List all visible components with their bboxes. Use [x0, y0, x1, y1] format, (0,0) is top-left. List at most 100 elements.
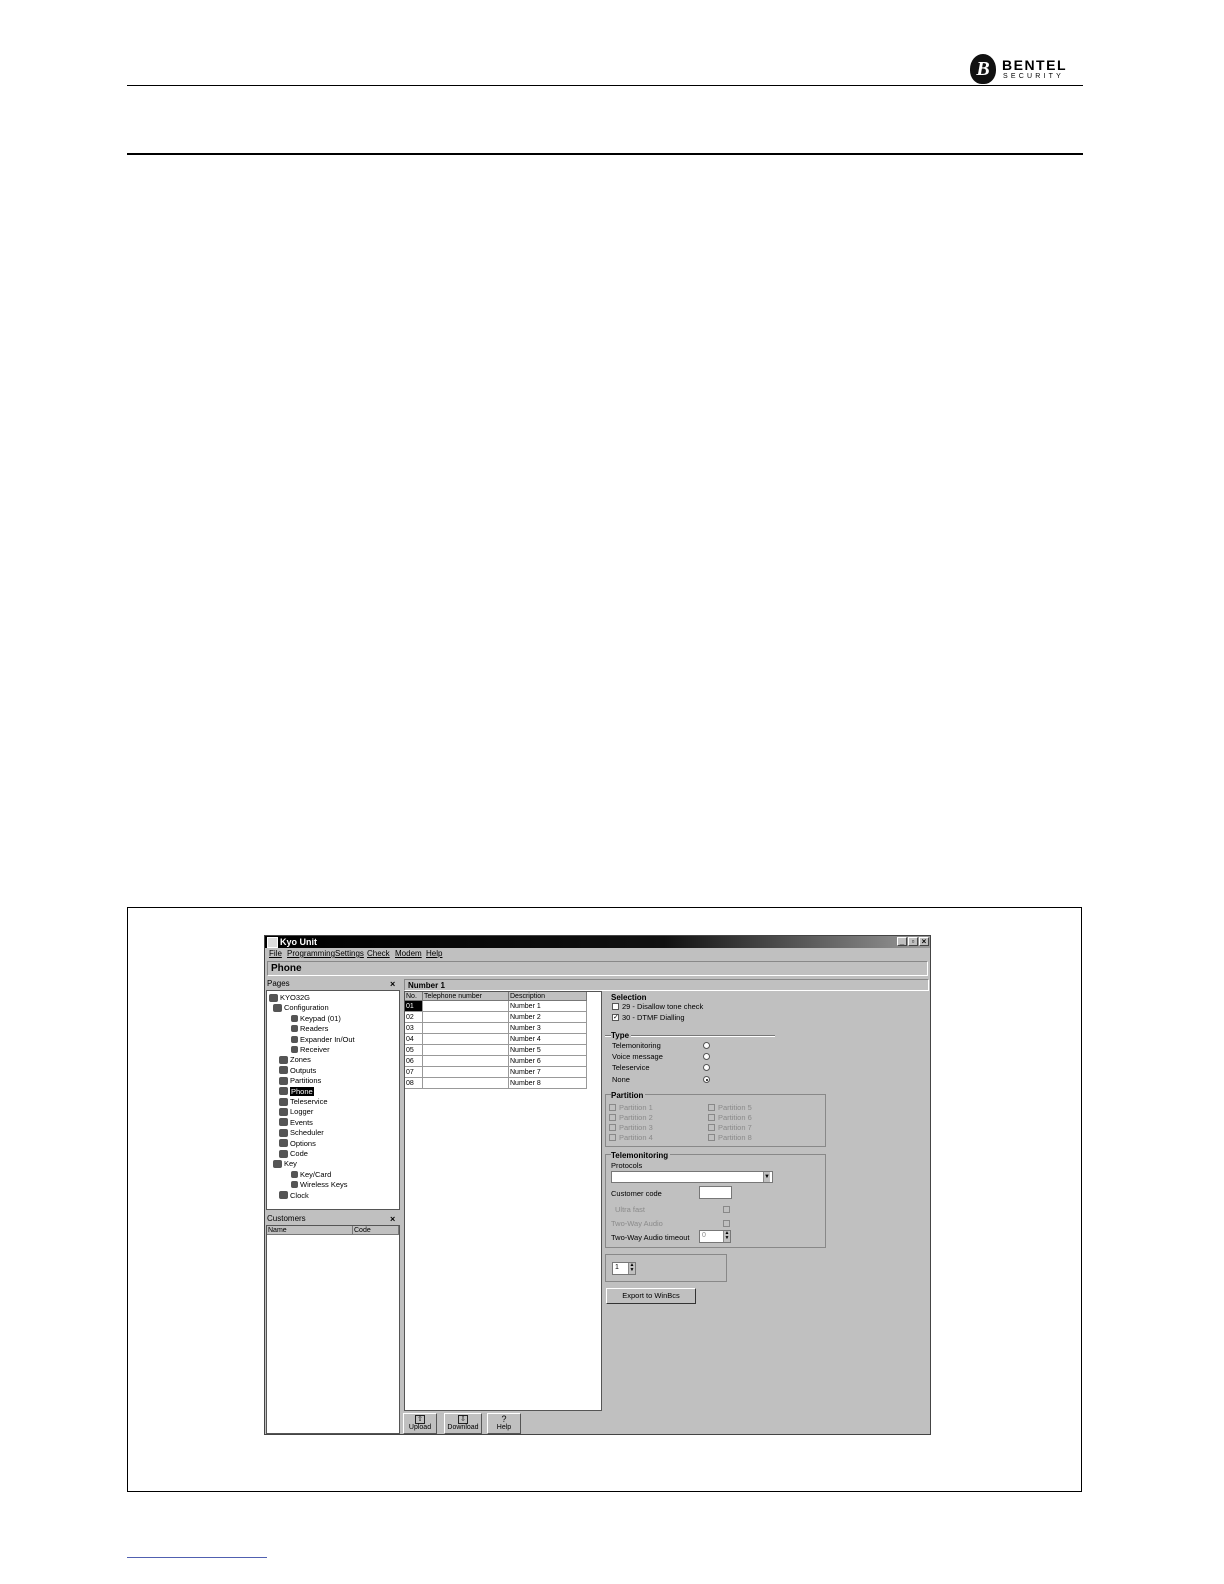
partition-checkbox[interactable]: [708, 1114, 715, 1121]
partition-checkbox[interactable]: [708, 1104, 715, 1111]
type-radio-teleservice[interactable]: [703, 1064, 710, 1071]
cell-description[interactable]: Number 8: [509, 1078, 587, 1089]
download-button[interactable]: ⇩ Download: [444, 1413, 482, 1434]
partition-title: Partition: [611, 1091, 646, 1100]
tree-item[interactable]: Key/Card: [291, 1170, 331, 1179]
customers-col-name[interactable]: Name: [267, 1226, 353, 1235]
two-way-timeout-spinner[interactable]: ▲ ▼: [723, 1231, 730, 1242]
maximize-icon[interactable]: ▫: [908, 937, 918, 946]
cell-telephone[interactable]: [423, 1034, 509, 1045]
cell-description[interactable]: Number 7: [509, 1067, 587, 1078]
tree-item[interactable]: Events: [279, 1118, 313, 1127]
partition-label: Partition 7: [718, 1123, 752, 1132]
cell-telephone[interactable]: [423, 1078, 509, 1089]
menu-help[interactable]: Help: [426, 949, 442, 958]
menu-file[interactable]: File: [269, 949, 282, 958]
cell-telephone[interactable]: [423, 1001, 509, 1012]
number-panel-title: Number 1: [404, 979, 929, 991]
protocols-dropdown-icon[interactable]: ▼: [763, 1172, 770, 1182]
tree-item[interactable]: Phone: [279, 1086, 314, 1096]
cell-description[interactable]: Number 6: [509, 1056, 587, 1067]
cell-no[interactable]: 05: [405, 1045, 423, 1056]
cell-description[interactable]: Number 1: [509, 1001, 587, 1012]
tree-item[interactable]: KYO32G: [269, 993, 310, 1002]
tree-item-label: Options: [290, 1138, 316, 1148]
two-way-audio-checkbox[interactable]: [723, 1220, 730, 1227]
menu-modem[interactable]: Modem: [395, 949, 422, 958]
cell-telephone[interactable]: [423, 1056, 509, 1067]
tree-item[interactable]: Logger: [279, 1107, 313, 1116]
menu-programming[interactable]: Programming: [287, 949, 335, 958]
cell-no[interactable]: 02: [405, 1012, 423, 1023]
cell-no[interactable]: 04: [405, 1034, 423, 1045]
cell-no[interactable]: 03: [405, 1023, 423, 1034]
cell-description[interactable]: Number 3: [509, 1023, 587, 1034]
logo-sub: SECURITY: [1003, 73, 1064, 80]
partition-checkbox[interactable]: [708, 1134, 715, 1141]
cell-description[interactable]: Number 5: [509, 1045, 587, 1056]
type-radio-telemonitoring[interactable]: [703, 1042, 710, 1049]
cell-description[interactable]: Number 2: [509, 1012, 587, 1023]
col-no[interactable]: No.: [405, 992, 423, 1001]
tree-node-icon: [279, 1107, 288, 1116]
col-description[interactable]: Description: [509, 992, 587, 1001]
repeat-spinner[interactable]: ▲ ▼: [628, 1263, 635, 1274]
type-label-none: None: [612, 1075, 630, 1084]
tree-item-label: Key: [284, 1159, 297, 1169]
partition-checkbox[interactable]: [609, 1134, 616, 1141]
tree-node-icon: [291, 1014, 298, 1022]
help-button[interactable]: ? Help: [487, 1413, 521, 1434]
pages-close-icon[interactable]: ×: [390, 980, 395, 989]
tree-item[interactable]: Wireless Keys: [291, 1180, 348, 1189]
tree-item[interactable]: Teleservice: [279, 1097, 328, 1106]
ultra-fast-checkbox[interactable]: [723, 1206, 730, 1213]
selection-checkbox-30[interactable]: ✓: [612, 1014, 619, 1021]
partition-checkbox[interactable]: [609, 1104, 616, 1111]
selection-checkbox-29[interactable]: [612, 1003, 619, 1010]
cell-telephone[interactable]: [423, 1045, 509, 1056]
col-telephone[interactable]: Telephone number: [423, 992, 509, 1001]
menu-settings[interactable]: Settings: [335, 949, 364, 958]
customer-code-input[interactable]: [699, 1186, 732, 1199]
customers-panel-title: Customers: [267, 1214, 306, 1223]
customers-close-icon[interactable]: ×: [390, 1215, 395, 1224]
cell-description[interactable]: Number 4: [509, 1034, 587, 1045]
tree-item[interactable]: Receiver: [291, 1045, 330, 1054]
tree-item[interactable]: Configuration: [273, 1003, 329, 1012]
tree-item[interactable]: Scheduler: [279, 1128, 324, 1137]
tree-item[interactable]: Options: [279, 1139, 316, 1148]
customers-col-code[interactable]: Code: [353, 1226, 399, 1235]
upload-icon: ⇧: [415, 1415, 425, 1424]
type-radio-none[interactable]: [703, 1076, 710, 1083]
cell-no[interactable]: 01: [405, 1001, 423, 1012]
tree-item[interactable]: Code: [279, 1149, 308, 1158]
type-radio-voice[interactable]: [703, 1053, 710, 1060]
tree-item[interactable]: Keypad (01): [291, 1014, 341, 1023]
protocols-select[interactable]: [611, 1171, 773, 1183]
download-label: Download: [447, 1424, 479, 1431]
cell-no[interactable]: 08: [405, 1078, 423, 1089]
cell-telephone[interactable]: [423, 1023, 509, 1034]
tree-item[interactable]: Readers: [291, 1024, 328, 1033]
export-to-winbcs-button[interactable]: Export to WinBcs: [606, 1288, 696, 1304]
tree-item[interactable]: Key: [273, 1159, 297, 1168]
ultra-fast-label: Ultra fast: [615, 1205, 646, 1214]
partition-checkbox[interactable]: [609, 1124, 616, 1131]
partition-checkbox[interactable]: [609, 1114, 616, 1121]
tree-item[interactable]: Clock: [279, 1191, 309, 1200]
tree-item[interactable]: Zones: [279, 1055, 311, 1064]
tree-item[interactable]: Expander In/Out: [291, 1035, 355, 1044]
upload-button[interactable]: ⇧ Upload: [403, 1413, 437, 1434]
menu-check[interactable]: Check: [367, 949, 390, 958]
tree-item-label: Partitions: [290, 1076, 322, 1086]
logo-name: BENTEL: [1002, 57, 1067, 73]
cell-no[interactable]: 07: [405, 1067, 423, 1078]
cell-telephone[interactable]: [423, 1067, 509, 1078]
minimize-icon[interactable]: _: [897, 937, 907, 946]
tree-item[interactable]: Outputs: [279, 1066, 316, 1075]
cell-no[interactable]: 06: [405, 1056, 423, 1067]
close-icon[interactable]: ×: [919, 937, 929, 946]
tree-item[interactable]: Partitions: [279, 1076, 321, 1085]
partition-checkbox[interactable]: [708, 1124, 715, 1131]
cell-telephone[interactable]: [423, 1012, 509, 1023]
